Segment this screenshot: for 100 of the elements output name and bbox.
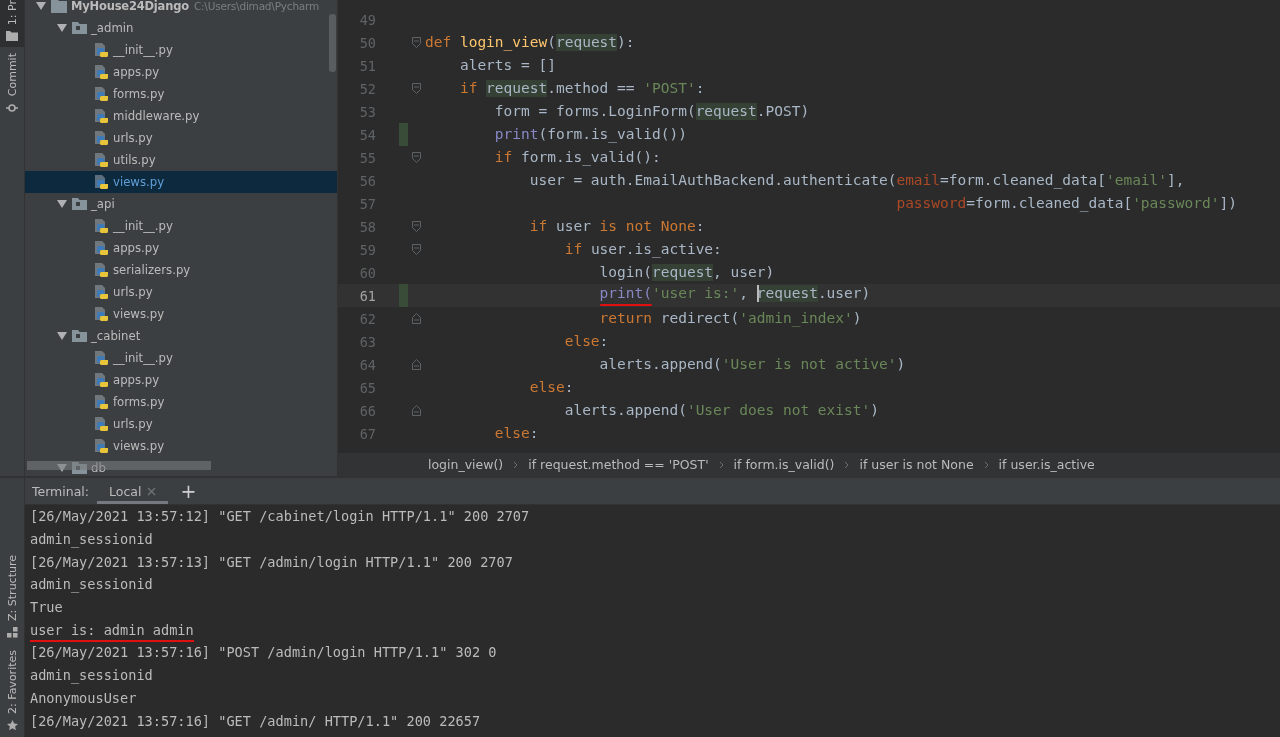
code-line: alerts.append('User does not exist')	[563, 402, 879, 419]
tree-item[interactable]: urls.py	[25, 127, 337, 149]
chevron-icon	[983, 460, 989, 469]
tree-item-label: __init__.py	[113, 351, 173, 365]
tree-item[interactable]: views.py	[25, 435, 337, 457]
tool-window-tab[interactable]: Commit	[0, 47, 24, 121]
breadcrumb[interactable]: login_view()	[428, 457, 504, 472]
tree-item[interactable]: serializers.py	[25, 259, 337, 281]
line-number: 60	[358, 264, 376, 281]
expanded-arrow-icon[interactable]	[57, 463, 67, 473]
fold-end-icon[interactable]	[412, 405, 421, 416]
tree-item[interactable]: __init__.py	[25, 39, 337, 61]
line-number: 65	[358, 379, 376, 396]
fold-icon[interactable]	[412, 37, 421, 48]
terminal-output-line: [26/May/2021 13:57:12] "GET /cabinet/login HTTP/1.1" 200 2707	[30, 508, 530, 527]
terminal-output-line: user is: admin admin	[30, 621, 194, 642]
line-number: 49	[358, 11, 376, 28]
terminal-output-line: admin_sessionid	[30, 576, 153, 595]
code-line: if request.method == 'POST':	[458, 80, 705, 97]
folder-icon	[72, 22, 87, 34]
tree-item-label: _cabinet	[91, 329, 141, 343]
terminal-output-line: admin_sessionid	[30, 667, 153, 686]
tree-item[interactable]: forms.py	[25, 83, 337, 105]
tree-item[interactable]: views.py	[25, 171, 337, 193]
structure-icon	[6, 627, 18, 639]
tree-item[interactable]: middleware.py	[25, 105, 337, 127]
code-line: if user.is_active:	[563, 241, 722, 258]
tree-item-label: apps.py	[113, 373, 160, 387]
breadcrumb[interactable]: if request.method == 'POST'	[528, 457, 709, 472]
tree-item-label: urls.py	[113, 285, 153, 299]
line-number: 64	[358, 356, 376, 373]
tree-item-label: utils.py	[113, 153, 156, 167]
code-line: alerts = []	[458, 57, 556, 74]
tree-item[interactable]: _cabinet	[25, 325, 337, 347]
expanded-arrow-icon[interactable]	[57, 23, 67, 33]
line-number: 61	[358, 287, 376, 304]
tree-item-label: forms.py	[113, 87, 165, 101]
tool-window-tab[interactable]: 1: Pr	[0, 0, 24, 48]
breadcrumb[interactable]: if user is not None	[859, 457, 974, 472]
tree-item-label: MyHouse24Django	[71, 0, 189, 13]
expanded-arrow-icon[interactable]	[36, 1, 46, 11]
tree-item[interactable]: _admin	[25, 17, 337, 39]
expanded-arrow-icon[interactable]	[57, 199, 67, 209]
python-file-icon	[93, 240, 109, 256]
close-icon[interactable]	[147, 486, 157, 496]
python-file-icon	[93, 416, 109, 432]
tree-item[interactable]: forms.py	[25, 391, 337, 413]
line-number: 56	[358, 172, 376, 189]
breadcrumb[interactable]: if user.is_active	[998, 457, 1095, 472]
tree-item[interactable]: __init__.py	[25, 347, 337, 369]
terminal-tab[interactable]: Local	[97, 478, 169, 504]
tree-item[interactable]: _api	[25, 193, 337, 215]
tree-item[interactable]: __init__.py	[25, 215, 337, 237]
tree-item-label: apps.py	[113, 241, 160, 255]
python-file-icon	[93, 42, 109, 58]
tree-item-label: _api	[91, 197, 115, 211]
tree-item[interactable]: apps.py	[25, 237, 337, 259]
code-line: print('user is:', request.user)	[425, 285, 871, 306]
code-line: else:	[528, 379, 574, 396]
fold-end-icon[interactable]	[412, 313, 421, 324]
tree-item[interactable]: urls.py	[25, 413, 337, 435]
terminal-output-line: True	[30, 599, 63, 618]
code-line: login(request, user)	[598, 264, 775, 281]
line-number: 66	[358, 402, 376, 419]
terminal-output-line: [26/May/2021 13:57:16] "GET /admin/ HTTP/1.1" 200 22657	[30, 712, 481, 731]
fold-icon[interactable]	[412, 152, 421, 163]
tree-item-label: forms.py	[113, 395, 165, 409]
line-number: 53	[358, 103, 376, 120]
fold-icon[interactable]	[412, 244, 421, 255]
tree-item[interactable]: MyHouse24Django C:\Users\dimad\Pycharm	[25, 0, 337, 17]
expanded-arrow-icon[interactable]	[57, 331, 67, 341]
tree-item-label: apps.py	[113, 65, 160, 79]
fold-icon[interactable]	[412, 83, 421, 94]
folder-icon	[72, 198, 87, 210]
code-line: else:	[563, 333, 609, 350]
tree-item[interactable]: views.py	[25, 303, 337, 325]
terminal-output-line: [26/May/2021 13:57:13] "GET /admin/login HTTP/1.1" 200 2707	[30, 553, 513, 572]
project-path: C:\Users\dimad\Pycharm	[193, 0, 320, 12]
scrollbar[interactable]	[329, 14, 336, 72]
fold-end-icon[interactable]	[412, 359, 421, 370]
chevron-icon	[718, 460, 724, 469]
tree-item-label: urls.py	[113, 417, 153, 431]
line-number: 50	[358, 34, 376, 51]
terminal-output-line: [26/May/2021 13:57:16] "POST /admin/login HTTP/1.1" 302 0	[30, 644, 497, 663]
tree-item[interactable]: urls.py	[25, 281, 337, 303]
tree-item[interactable]: apps.py	[25, 369, 337, 391]
fold-icon[interactable]	[412, 221, 421, 232]
tree-item[interactable]: utils.py	[25, 149, 337, 171]
tool-window-tab[interactable]: 2: Favorites	[0, 644, 24, 737]
chevron-icon	[844, 460, 850, 469]
python-file-icon	[93, 130, 109, 146]
tree-item[interactable]: apps.py	[25, 61, 337, 83]
code-line: else:	[493, 425, 539, 442]
code-line: def login_view(request):	[425, 34, 635, 51]
scrollbar[interactable]	[27, 461, 211, 470]
code-line: user = auth.EmailAuthBackend.authenticate(email=form.cleaned_data['email'],	[528, 172, 1185, 189]
breadcrumb[interactable]: if form.is_valid()	[733, 457, 835, 472]
chevron-icon	[513, 460, 519, 469]
new-tab-button[interactable]: +	[172, 481, 205, 501]
tool-window-tab[interactable]: Z: Structure	[0, 549, 24, 645]
